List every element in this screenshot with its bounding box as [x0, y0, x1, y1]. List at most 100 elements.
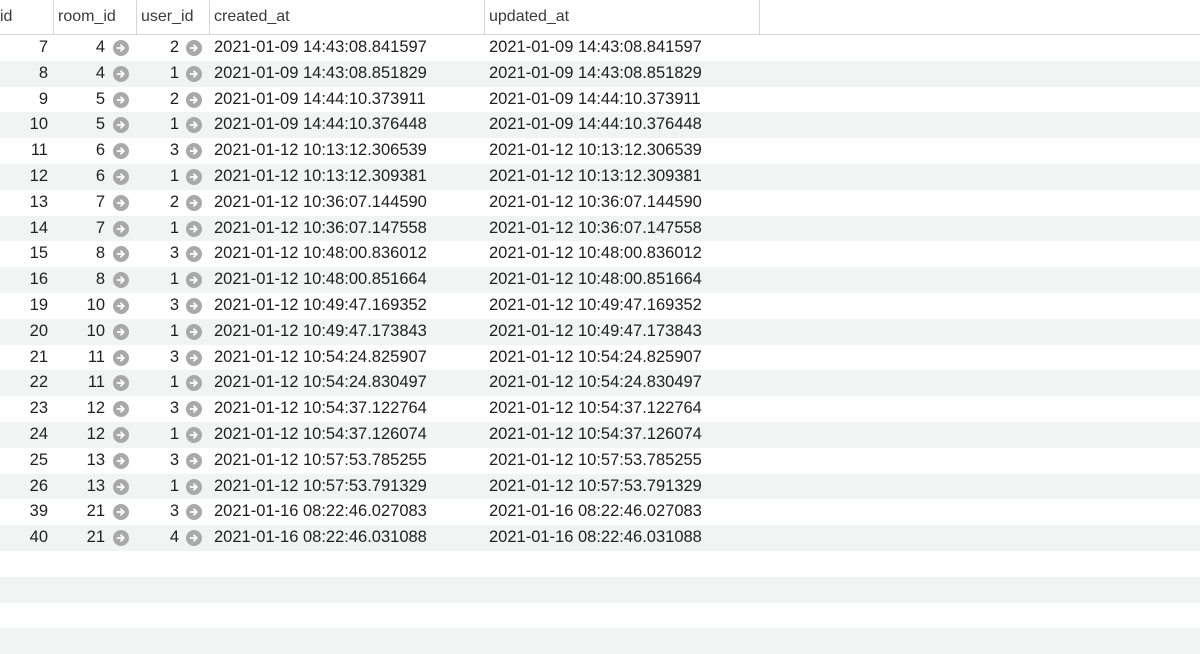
cell-room-id[interactable]: 4: [54, 35, 105, 61]
cell-user-id[interactable]: 1: [137, 267, 179, 293]
cell-room-id[interactable]: 7: [54, 216, 105, 242]
cell-id[interactable]: 13: [0, 190, 48, 216]
table-row[interactable]: 40 21 4 2021-01-16 08:22:46.031088 2021-01-1…: [0, 525, 1200, 551]
cell-created-at[interactable]: 2021-01-12 10:54:37.126074: [214, 422, 427, 448]
arrow-right-circle-icon[interactable]: [186, 143, 202, 160]
cell-updated-at[interactable]: 2021-01-12 10:54:24.830497: [489, 370, 702, 396]
arrow-right-circle-icon[interactable]: [113, 117, 129, 134]
arrow-right-circle-icon[interactable]: [113, 401, 129, 418]
cell-user-id[interactable]: 3: [137, 448, 179, 474]
cell-user-id[interactable]: 1: [137, 61, 179, 87]
arrow-right-circle-icon[interactable]: [113, 143, 129, 160]
arrow-right-circle-icon[interactable]: [113, 65, 129, 82]
cell-user-id[interactable]: 3: [137, 241, 179, 267]
arrow-right-circle-icon[interactable]: [113, 504, 129, 521]
cell-id[interactable]: 19: [0, 293, 48, 319]
cell-user-id[interactable]: 1: [137, 164, 179, 190]
arrow-right-circle-icon[interactable]: [113, 194, 129, 211]
cell-id[interactable]: 15: [0, 241, 48, 267]
cell-created-at[interactable]: 2021-01-12 10:54:24.830497: [214, 370, 427, 396]
cell-updated-at[interactable]: 2021-01-12 10:49:47.173843: [489, 319, 702, 345]
cell-updated-at[interactable]: 2021-01-12 10:54:37.126074: [489, 422, 702, 448]
arrow-right-circle-icon[interactable]: [113, 375, 129, 392]
cell-user-id[interactable]: 1: [137, 370, 179, 396]
cell-created-at[interactable]: 2021-01-12 10:57:53.785255: [214, 448, 427, 474]
cell-created-at[interactable]: 2021-01-12 10:13:12.309381: [214, 164, 427, 190]
cell-updated-at[interactable]: 2021-01-12 10:54:37.122764: [489, 396, 702, 422]
cell-id[interactable]: 20: [0, 319, 48, 345]
cell-room-id[interactable]: 13: [54, 474, 105, 500]
arrow-right-circle-icon[interactable]: [186, 375, 202, 392]
cell-updated-at[interactable]: 2021-01-12 10:48:00.836012: [489, 241, 702, 267]
cell-updated-at[interactable]: 2021-01-09 14:44:10.373911: [489, 87, 701, 113]
arrow-right-circle-icon[interactable]: [186, 323, 202, 340]
cell-room-id[interactable]: 8: [54, 267, 105, 293]
table-row[interactable]: 20 10 1 2021-01-12 10:49:47.173843 2021-01-1…: [0, 318, 1200, 345]
cell-id[interactable]: 16: [0, 267, 48, 293]
cell-room-id[interactable]: 13: [54, 448, 105, 474]
table-row[interactable]: 9 5 2 2021-01-09 14:44:10.373911 2021-01-09 …: [0, 87, 1200, 113]
cell-id[interactable]: 11: [0, 138, 48, 164]
cell-room-id[interactable]: 4: [54, 61, 105, 87]
cell-updated-at[interactable]: 2021-01-12 10:57:53.791329: [489, 474, 702, 500]
table-row[interactable]: 13 7 2 2021-01-12 10:36:07.144590 2021-01-12…: [0, 190, 1200, 216]
cell-id[interactable]: 40: [0, 525, 48, 551]
arrow-right-circle-icon[interactable]: [113, 246, 129, 263]
arrow-right-circle-icon[interactable]: [186, 272, 202, 289]
cell-user-id[interactable]: 2: [137, 35, 179, 61]
arrow-right-circle-icon[interactable]: [186, 297, 202, 314]
arrow-right-circle-icon[interactable]: [113, 323, 129, 340]
cell-created-at[interactable]: 2021-01-12 10:36:07.144590: [214, 190, 427, 216]
cell-created-at[interactable]: 2021-01-12 10:48:00.851664: [214, 267, 427, 293]
table-row[interactable]: 7 4 2 2021-01-09 14:43:08.841597 2021-01-09 …: [0, 35, 1200, 61]
column-header-id[interactable]: id: [0, 0, 54, 34]
cell-id[interactable]: 23: [0, 396, 48, 422]
arrow-right-circle-icon[interactable]: [186, 246, 202, 263]
arrow-right-circle-icon[interactable]: [113, 478, 129, 495]
cell-created-at[interactable]: 2021-01-09 14:44:10.376448: [214, 112, 427, 138]
cell-room-id[interactable]: 11: [54, 370, 105, 396]
arrow-right-circle-icon[interactable]: [186, 452, 202, 469]
cell-user-id[interactable]: 1: [137, 216, 179, 242]
cell-created-at[interactable]: 2021-01-09 14:43:08.841597: [214, 35, 427, 61]
cell-room-id[interactable]: 6: [54, 164, 105, 190]
arrow-right-circle-icon[interactable]: [186, 40, 202, 56]
table-row[interactable]: 39 21 3 2021-01-16 08:22:46.027083 2021-01-1…: [0, 499, 1200, 525]
cell-user-id[interactable]: 2: [137, 190, 179, 216]
arrow-right-circle-icon[interactable]: [113, 452, 129, 469]
cell-id[interactable]: 12: [0, 164, 48, 190]
cell-created-at[interactable]: 2021-01-12 10:49:47.169352: [214, 293, 427, 319]
arrow-right-circle-icon[interactable]: [186, 194, 202, 211]
cell-created-at[interactable]: 2021-01-12 10:57:53.791329: [214, 474, 427, 500]
cell-created-at[interactable]: 2021-01-12 10:54:24.825907: [214, 345, 427, 371]
cell-room-id[interactable]: 21: [54, 499, 105, 525]
column-header-created-at[interactable]: created_at: [209, 0, 484, 34]
table-row[interactable]: 23 12 3 2021-01-12 10:54:37.122764 2021-01-1…: [0, 396, 1200, 422]
arrow-right-circle-icon[interactable]: [186, 220, 202, 237]
cell-room-id[interactable]: 10: [54, 319, 105, 345]
table-row[interactable]: 26 13 1 2021-01-12 10:57:53.791329 2021-01-1…: [0, 473, 1200, 500]
table-row[interactable]: 15 8 3 2021-01-12 10:48:00.836012 2021-01-12…: [0, 241, 1200, 267]
cell-id[interactable]: 26: [0, 474, 48, 500]
arrow-right-circle-icon[interactable]: [186, 401, 202, 418]
arrow-right-circle-icon[interactable]: [113, 168, 129, 185]
arrow-right-circle-icon[interactable]: [113, 426, 129, 443]
cell-created-at[interactable]: 2021-01-16 08:22:46.027083: [214, 499, 427, 525]
cell-updated-at[interactable]: 2021-01-12 10:36:07.144590: [489, 190, 702, 216]
cell-room-id[interactable]: 12: [54, 422, 105, 448]
cell-created-at[interactable]: 2021-01-12 10:54:37.122764: [214, 396, 427, 422]
cell-user-id[interactable]: 2: [137, 87, 179, 113]
cell-updated-at[interactable]: 2021-01-09 14:43:08.851829: [489, 61, 702, 87]
cell-updated-at[interactable]: 2021-01-12 10:36:07.147558: [489, 216, 702, 242]
cell-room-id[interactable]: 7: [54, 190, 105, 216]
arrow-right-circle-icon[interactable]: [113, 91, 129, 108]
cell-user-id[interactable]: 4: [137, 525, 179, 551]
cell-id[interactable]: 14: [0, 216, 48, 242]
arrow-right-circle-icon[interactable]: [186, 168, 202, 185]
cell-id[interactable]: 21: [0, 345, 48, 371]
table-row[interactable]: 11 6 3 2021-01-12 10:13:12.306539 2021-01-12…: [0, 138, 1200, 164]
arrow-right-circle-icon[interactable]: [113, 220, 129, 237]
arrow-right-circle-icon[interactable]: [113, 272, 129, 289]
column-header-updated-at[interactable]: updated_at: [484, 0, 759, 34]
cell-id[interactable]: 9: [0, 87, 48, 113]
